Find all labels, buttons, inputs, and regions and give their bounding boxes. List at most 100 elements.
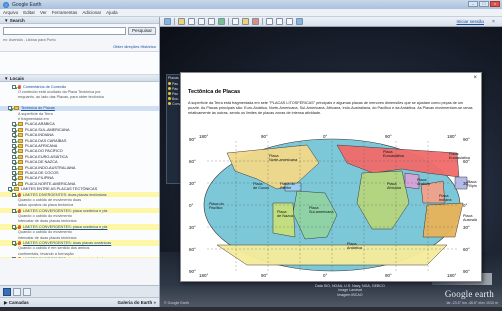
legend-dot-icon (168, 87, 171, 90)
checkbox[interactable] (12, 208, 16, 213)
checkbox[interactable] (12, 154, 16, 159)
toolbar-divider (174, 18, 175, 25)
latitude-label-right: 60° (463, 247, 470, 252)
plate-label: PlacaFilipina (467, 180, 477, 188)
balloon-text: A superfície da Terra está fragmentada e… (188, 101, 473, 115)
sign-in-link[interactable]: Iniciar sessão (456, 19, 484, 24)
checkbox[interactable] (12, 138, 16, 143)
sidebar-toggle-icon[interactable] (164, 18, 171, 25)
print-icon[interactable] (286, 18, 293, 25)
places-item[interactable]: LIMITES DIVERGENTES: duas placas de afas… (0, 256, 159, 258)
checkbox[interactable] (12, 176, 16, 181)
checkbox[interactable] (12, 241, 16, 246)
close-window-button[interactable]: × (490, 1, 500, 7)
checkbox[interactable] (12, 122, 16, 127)
ruler-icon[interactable] (266, 18, 273, 25)
places-item-label: PLACA DAS CARAÍBAS (25, 138, 67, 143)
polygon-icon[interactable] (188, 18, 195, 25)
toolbar-divider (262, 18, 263, 25)
legend-label: Bou (172, 96, 179, 101)
menu-item-1[interactable]: Editar (23, 10, 35, 15)
checkbox[interactable] (12, 170, 16, 175)
copyright-text: © Google Earth (164, 301, 189, 305)
search-results-area (0, 51, 159, 75)
layers-label: ▶ Camadas (4, 300, 29, 305)
legend-dot-icon (168, 82, 171, 85)
menu-item-4[interactable]: Adicionar (82, 10, 101, 15)
checkbox[interactable] (12, 127, 16, 132)
folder-icon (14, 187, 19, 192)
balloon-close-icon[interactable]: × (473, 75, 477, 81)
search-places-icon[interactable] (23, 287, 31, 296)
search-section-header[interactable]: ▼ Search (0, 17, 159, 24)
checkbox[interactable] (12, 165, 16, 170)
checkbox[interactable] (12, 143, 16, 148)
places-item-label: PLACA ARÁBICA (25, 122, 55, 127)
path-icon[interactable] (198, 18, 205, 25)
folder-icon[interactable] (13, 287, 21, 296)
layers-section-header[interactable]: ▶ Camadas Galeria do Earth » (0, 297, 159, 307)
checkbox[interactable] (12, 84, 16, 89)
menu-item-2[interactable]: Ver (40, 10, 47, 15)
longitude-label-bottom: 180° (447, 273, 457, 278)
places-item-label: LIMITES CONVERGENTES: placa oceânica e p… (23, 208, 108, 213)
historical-imagery-icon[interactable] (232, 18, 239, 25)
checkbox[interactable] (8, 187, 12, 192)
search-button[interactable]: Pesquisar (127, 27, 156, 35)
minimize-button[interactable]: – (468, 1, 478, 7)
checkbox[interactable] (12, 133, 16, 138)
folder-icon (18, 160, 23, 165)
places-item-label: enquanto, ao lado das Placas, para obter… (18, 95, 104, 100)
menu-item-0[interactable]: Arquivo (3, 10, 18, 15)
places-section-header[interactable]: ▼ Locais (0, 75, 159, 82)
folder-icon (14, 106, 19, 111)
placemark-icon[interactable] (178, 18, 185, 25)
latitude-label-right: 90° (463, 137, 470, 142)
google-maps-icon[interactable] (296, 18, 303, 25)
longitude-label-bottom: 90° (261, 273, 268, 278)
checkbox[interactable] (8, 106, 12, 111)
latitude-label-left: 90° (189, 269, 196, 274)
google-earth-app-icon (3, 1, 9, 8)
image-credit-line: Imagem IBCAO (337, 292, 363, 297)
record-tour-icon[interactable] (218, 18, 225, 25)
checkbox[interactable] (12, 257, 16, 258)
maximize-button[interactable]: □ (479, 1, 489, 7)
places-item-label: PLACA NORTE-AMERICANA (25, 181, 76, 186)
checkbox[interactable] (12, 181, 16, 186)
overlay-icon[interactable] (208, 18, 215, 25)
info-balloon: × Tectônica de Placas A superfície da Te… (180, 72, 482, 282)
email-icon[interactable] (276, 18, 283, 25)
close-icon[interactable]: × (492, 19, 498, 25)
earth-gallery-link[interactable]: Galeria do Earth » (117, 298, 156, 307)
longitude-label-bottom: 0° (323, 273, 328, 278)
planets-icon[interactable] (252, 18, 259, 25)
longitude-label-top: 90° (385, 134, 392, 139)
latitude-label-right: 30° (463, 225, 470, 230)
checkbox[interactable] (12, 192, 16, 197)
menu-bar: Arquivo Editar Ver Ferramentas Adicionar Ajud… (0, 9, 502, 17)
longitude-label-top: 180° (199, 134, 209, 139)
google-earth-logo: Google earth (444, 289, 494, 299)
directions-history-links[interactable]: Obter direções Histórico (0, 44, 159, 51)
search-input[interactable] (3, 27, 126, 35)
menu-item-5[interactable]: Ajuda (106, 10, 118, 15)
longitude-label-top: 0° (323, 134, 328, 139)
checkbox[interactable] (12, 149, 16, 154)
checkbox[interactable] (12, 160, 16, 165)
plate-nazca (272, 202, 296, 238)
places-item-label: PLACA INDIANA (25, 133, 54, 138)
checkbox[interactable] (12, 224, 16, 229)
add-place-icon[interactable] (3, 287, 11, 296)
places-item-label: Tectônica de Placas (21, 106, 55, 111)
legend-dot-icon (168, 102, 171, 105)
places-item-label: LIMITES DIVERGENTES: duas placas tectóni… (23, 192, 107, 197)
folder-icon (18, 127, 23, 132)
places-item-label: Quando o cabido do movimento (18, 230, 72, 235)
search-row: Pesquisar (0, 24, 159, 38)
latitude-label-left: 60° (189, 247, 196, 252)
menu-item-3[interactable]: Ferramentas (52, 10, 78, 15)
placemark-icon (18, 224, 21, 229)
sunlight-icon[interactable] (242, 18, 249, 25)
latitude-label-right: 90° (463, 269, 470, 274)
